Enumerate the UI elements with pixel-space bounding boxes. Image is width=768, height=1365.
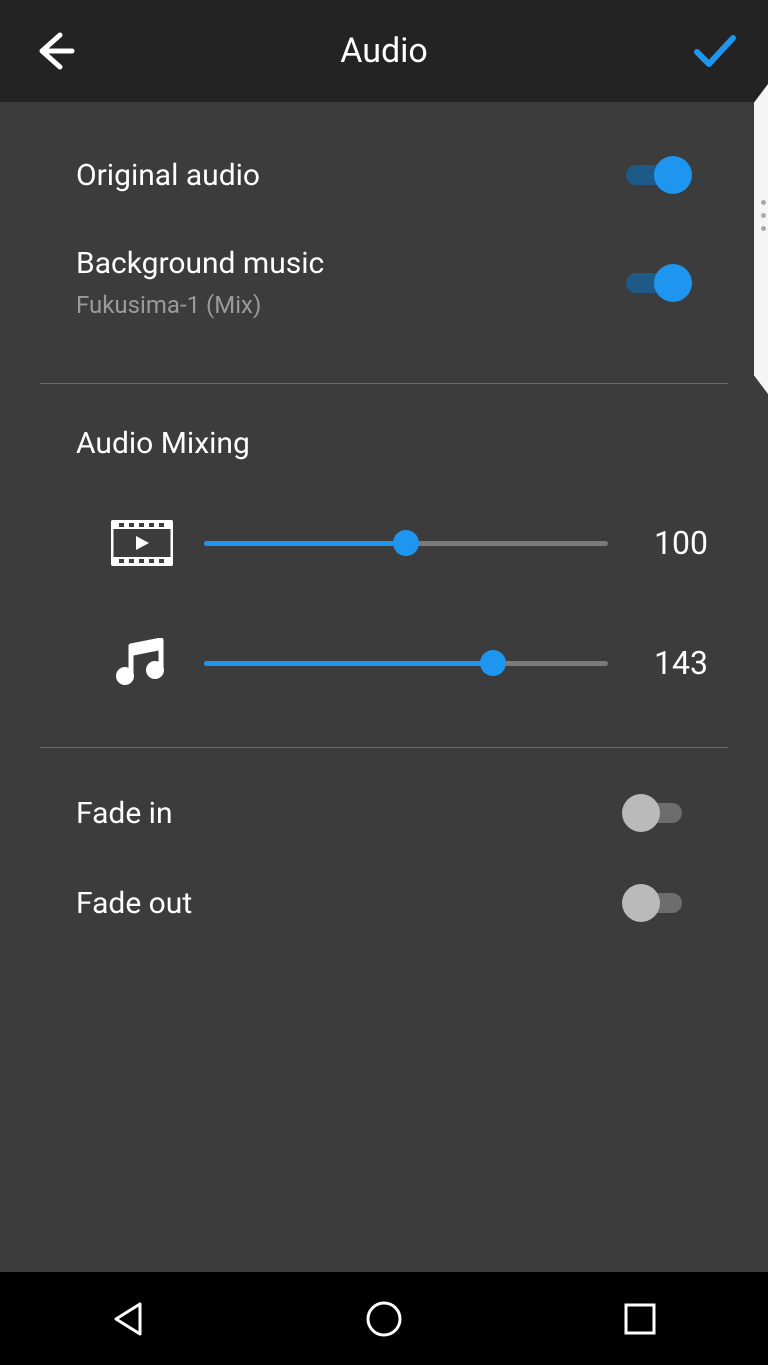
fade-out-row[interactable]: Fade out (76, 858, 692, 948)
original-audio-toggle[interactable] (626, 156, 692, 194)
audio-mixing-title: Audio Mixing (0, 394, 768, 483)
video-volume-value: 100 (638, 524, 708, 562)
triangle-back-icon (110, 1300, 146, 1338)
confirm-button[interactable] (688, 25, 740, 77)
nav-back-button[interactable] (68, 1289, 188, 1349)
fade-section: Fade in Fade out (0, 758, 768, 958)
fade-out-label: Fade out (76, 886, 192, 921)
fade-out-toggle[interactable] (626, 884, 692, 922)
background-music-subtitle: Fukusima-1 (Mix) (76, 291, 324, 319)
video-volume-row: 100 (0, 483, 768, 603)
content: Original audio Background music Fukusima… (0, 102, 768, 1272)
android-navbar (0, 1272, 768, 1365)
side-panel-peek[interactable] (754, 84, 768, 394)
video-icon (110, 515, 174, 571)
background-music-toggle[interactable] (626, 264, 692, 302)
page-title: Audio (340, 31, 428, 71)
music-volume-slider[interactable] (204, 648, 608, 678)
back-button[interactable] (28, 25, 80, 77)
divider (40, 383, 728, 384)
background-music-label: Background music (76, 246, 324, 281)
video-volume-slider[interactable] (204, 528, 608, 558)
music-volume-row: 143 (0, 603, 768, 723)
fade-in-toggle[interactable] (626, 794, 692, 832)
nav-home-button[interactable] (324, 1289, 444, 1349)
original-audio-label: Original audio (76, 158, 260, 193)
audio-toggles-section: Original audio Background music Fukusima… (0, 102, 768, 373)
nav-recent-button[interactable] (580, 1289, 700, 1349)
arrow-left-icon (32, 29, 76, 73)
check-icon (689, 26, 739, 76)
header: Audio (0, 0, 768, 102)
music-volume-value: 143 (638, 644, 708, 682)
original-audio-row[interactable]: Original audio (76, 130, 692, 220)
square-recent-icon (623, 1302, 657, 1336)
music-icon (110, 635, 174, 691)
fade-in-row[interactable]: Fade in (76, 768, 692, 858)
background-music-row[interactable]: Background music Fukusima-1 (Mix) (76, 220, 692, 345)
fade-in-label: Fade in (76, 796, 173, 831)
divider (40, 747, 728, 748)
side-panel-dots (761, 200, 766, 231)
circle-home-icon (365, 1300, 403, 1338)
